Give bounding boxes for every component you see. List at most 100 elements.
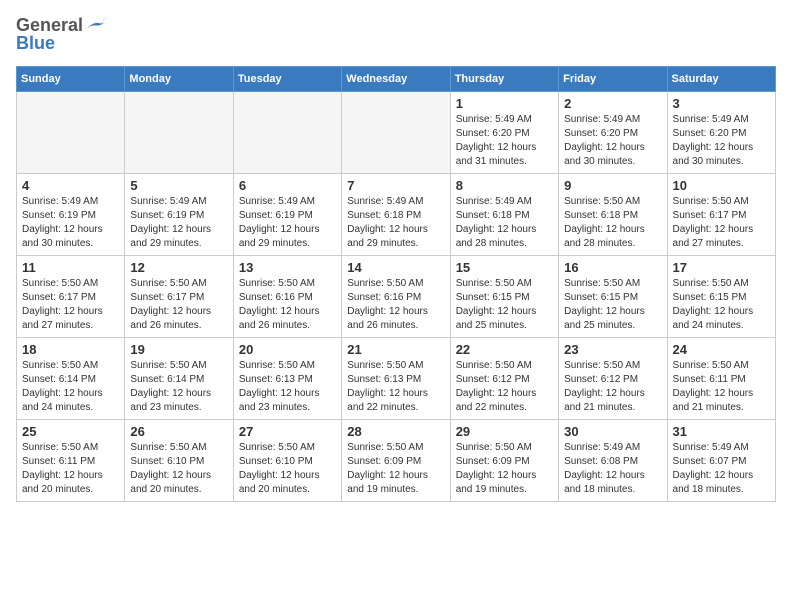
calendar-cell: 5 Sunrise: 5:49 AM Sunset: 6:19 PM Daylig…	[125, 173, 233, 255]
calendar-cell: 31Sunrise: 5:49 AM Sunset: 6:07 PM Dayli…	[667, 419, 775, 501]
day-info: Sunrise: 5:50 AM Sunset: 6:12 PM Dayligh…	[456, 359, 553, 415]
day-number: 6	[239, 178, 336, 193]
day-number: 12	[130, 260, 227, 275]
column-header-saturday: Saturday	[667, 66, 775, 91]
calendar-cell: 20 Sunrise: 5:50 AM Sunset: 6:13 PM Dayli…	[233, 337, 341, 419]
column-header-thursday: Thursday	[450, 66, 558, 91]
day-number: 22	[456, 342, 553, 357]
day-number: 2	[564, 96, 661, 111]
day-info: Sunrise: 5:50 AM Sunset: 6:13 PM Dayligh…	[347, 359, 444, 415]
day-info: Sunrise: 5:50 AM Sunset: 6:15 PM Dayligh…	[673, 277, 770, 333]
day-info: Sunrise: 5:49 AM Sunset: 6:20 PM Dayligh…	[673, 113, 770, 169]
calendar-cell	[233, 91, 341, 173]
calendar-header-row: SundayMondayTuesdayWednesdayThursdayFrid…	[17, 66, 776, 91]
calendar-cell: 11 Sunrise: 5:50 AM Sunset: 6:17 PM Dayli…	[17, 255, 125, 337]
calendar-cell: 26 Sunrise: 5:50 AM Sunset: 6:10 PM Dayli…	[125, 419, 233, 501]
day-number: 18	[22, 342, 119, 357]
calendar-cell: 8Sunrise: 5:49 AM Sunset: 6:18 PM Daylig…	[450, 173, 558, 255]
day-info: Sunrise: 5:49 AM Sunset: 6:18 PM Dayligh…	[347, 195, 444, 251]
day-number: 25	[22, 424, 119, 439]
calendar-cell: 3 Sunrise: 5:49 AM Sunset: 6:20 PM Daylig…	[667, 91, 775, 173]
calendar-cell: 14 Sunrise: 5:50 AM Sunset: 6:16 PM Dayli…	[342, 255, 450, 337]
day-number: 9	[564, 178, 661, 193]
calendar-cell: 27Sunrise: 5:50 AM Sunset: 6:10 PM Dayli…	[233, 419, 341, 501]
day-info: Sunrise: 5:49 AM Sunset: 6:20 PM Dayligh…	[564, 113, 661, 169]
calendar-cell: 19Sunrise: 5:50 AM Sunset: 6:14 PM Dayli…	[125, 337, 233, 419]
day-info: Sunrise: 5:50 AM Sunset: 6:12 PM Dayligh…	[564, 359, 661, 415]
calendar-cell: 6 Sunrise: 5:49 AM Sunset: 6:19 PM Daylig…	[233, 173, 341, 255]
day-number: 31	[673, 424, 770, 439]
day-number: 13	[239, 260, 336, 275]
logo-text: General Blue	[16, 16, 107, 54]
day-info: Sunrise: 5:49 AM Sunset: 6:18 PM Dayligh…	[456, 195, 553, 251]
day-info: Sunrise: 5:50 AM Sunset: 6:09 PM Dayligh…	[347, 441, 444, 497]
column-header-sunday: Sunday	[17, 66, 125, 91]
calendar-week-row: 1 Sunrise: 5:49 AM Sunset: 6:20 PM Daylig…	[17, 91, 776, 173]
calendar-cell: 16Sunrise: 5:50 AM Sunset: 6:15 PM Dayli…	[559, 255, 667, 337]
calendar-cell: 2 Sunrise: 5:49 AM Sunset: 6:20 PM Daylig…	[559, 91, 667, 173]
day-number: 24	[673, 342, 770, 357]
day-number: 7	[347, 178, 444, 193]
day-info: Sunrise: 5:49 AM Sunset: 6:19 PM Dayligh…	[239, 195, 336, 251]
page-header: General Blue	[16, 16, 776, 54]
logo-container: General Blue	[16, 16, 107, 54]
calendar-cell: 7 Sunrise: 5:49 AM Sunset: 6:18 PM Daylig…	[342, 173, 450, 255]
calendar-week-row: 25 Sunrise: 5:50 AM Sunset: 6:11 PM Dayli…	[17, 419, 776, 501]
day-number: 28	[347, 424, 444, 439]
day-info: Sunrise: 5:49 AM Sunset: 6:19 PM Dayligh…	[130, 195, 227, 251]
calendar-cell: 13 Sunrise: 5:50 AM Sunset: 6:16 PM Dayli…	[233, 255, 341, 337]
day-number: 17	[673, 260, 770, 275]
calendar-cell	[342, 91, 450, 173]
day-number: 20	[239, 342, 336, 357]
calendar-week-row: 18 Sunrise: 5:50 AM Sunset: 6:14 PM Dayli…	[17, 337, 776, 419]
calendar-cell: 18 Sunrise: 5:50 AM Sunset: 6:14 PM Dayli…	[17, 337, 125, 419]
calendar-cell: 29Sunrise: 5:50 AM Sunset: 6:09 PM Dayli…	[450, 419, 558, 501]
day-info: Sunrise: 5:50 AM Sunset: 6:10 PM Dayligh…	[130, 441, 227, 497]
calendar-cell: 22 Sunrise: 5:50 AM Sunset: 6:12 PM Dayli…	[450, 337, 558, 419]
day-info: Sunrise: 5:50 AM Sunset: 6:11 PM Dayligh…	[673, 359, 770, 415]
day-info: Sunrise: 5:50 AM Sunset: 6:16 PM Dayligh…	[239, 277, 336, 333]
day-info: Sunrise: 5:50 AM Sunset: 6:18 PM Dayligh…	[564, 195, 661, 251]
column-header-monday: Monday	[125, 66, 233, 91]
calendar-cell: 17 Sunrise: 5:50 AM Sunset: 6:15 PM Dayli…	[667, 255, 775, 337]
day-number: 14	[347, 260, 444, 275]
day-info: Sunrise: 5:50 AM Sunset: 6:17 PM Dayligh…	[130, 277, 227, 333]
logo: General Blue	[16, 16, 107, 54]
calendar-cell: 25 Sunrise: 5:50 AM Sunset: 6:11 PM Dayli…	[17, 419, 125, 501]
day-info: Sunrise: 5:50 AM Sunset: 6:13 PM Dayligh…	[239, 359, 336, 415]
day-number: 19	[130, 342, 227, 357]
calendar-cell: 10 Sunrise: 5:50 AM Sunset: 6:17 PM Dayli…	[667, 173, 775, 255]
day-number: 4	[22, 178, 119, 193]
column-header-tuesday: Tuesday	[233, 66, 341, 91]
day-info: Sunrise: 5:49 AM Sunset: 6:20 PM Dayligh…	[456, 113, 553, 169]
day-info: Sunrise: 5:49 AM Sunset: 6:08 PM Dayligh…	[564, 441, 661, 497]
calendar-table: SundayMondayTuesdayWednesdayThursdayFrid…	[16, 66, 776, 502]
day-number: 3	[673, 96, 770, 111]
calendar-week-row: 11 Sunrise: 5:50 AM Sunset: 6:17 PM Dayli…	[17, 255, 776, 337]
day-info: Sunrise: 5:50 AM Sunset: 6:17 PM Dayligh…	[22, 277, 119, 333]
day-info: Sunrise: 5:50 AM Sunset: 6:15 PM Dayligh…	[564, 277, 661, 333]
day-info: Sunrise: 5:50 AM Sunset: 6:15 PM Dayligh…	[456, 277, 553, 333]
logo-blue: Blue	[16, 34, 107, 54]
calendar-cell: 15 Sunrise: 5:50 AM Sunset: 6:15 PM Dayli…	[450, 255, 558, 337]
calendar-week-row: 4 Sunrise: 5:49 AM Sunset: 6:19 PM Daylig…	[17, 173, 776, 255]
day-info: Sunrise: 5:49 AM Sunset: 6:19 PM Dayligh…	[22, 195, 119, 251]
day-number: 15	[456, 260, 553, 275]
calendar-cell: 9 Sunrise: 5:50 AM Sunset: 6:18 PM Daylig…	[559, 173, 667, 255]
day-info: Sunrise: 5:50 AM Sunset: 6:14 PM Dayligh…	[22, 359, 119, 415]
day-info: Sunrise: 5:50 AM Sunset: 6:11 PM Dayligh…	[22, 441, 119, 497]
day-info: Sunrise: 5:50 AM Sunset: 6:16 PM Dayligh…	[347, 277, 444, 333]
calendar-cell: 28 Sunrise: 5:50 AM Sunset: 6:09 PM Dayli…	[342, 419, 450, 501]
calendar-cell	[17, 91, 125, 173]
calendar-cell: 24 Sunrise: 5:50 AM Sunset: 6:11 PM Dayli…	[667, 337, 775, 419]
day-number: 23	[564, 342, 661, 357]
day-number: 21	[347, 342, 444, 357]
day-number: 11	[22, 260, 119, 275]
day-number: 1	[456, 96, 553, 111]
day-info: Sunrise: 5:50 AM Sunset: 6:17 PM Dayligh…	[673, 195, 770, 251]
day-number: 10	[673, 178, 770, 193]
day-number: 5	[130, 178, 227, 193]
day-number: 26	[130, 424, 227, 439]
logo-bird-icon	[85, 15, 107, 33]
calendar-cell: 12 Sunrise: 5:50 AM Sunset: 6:17 PM Dayli…	[125, 255, 233, 337]
